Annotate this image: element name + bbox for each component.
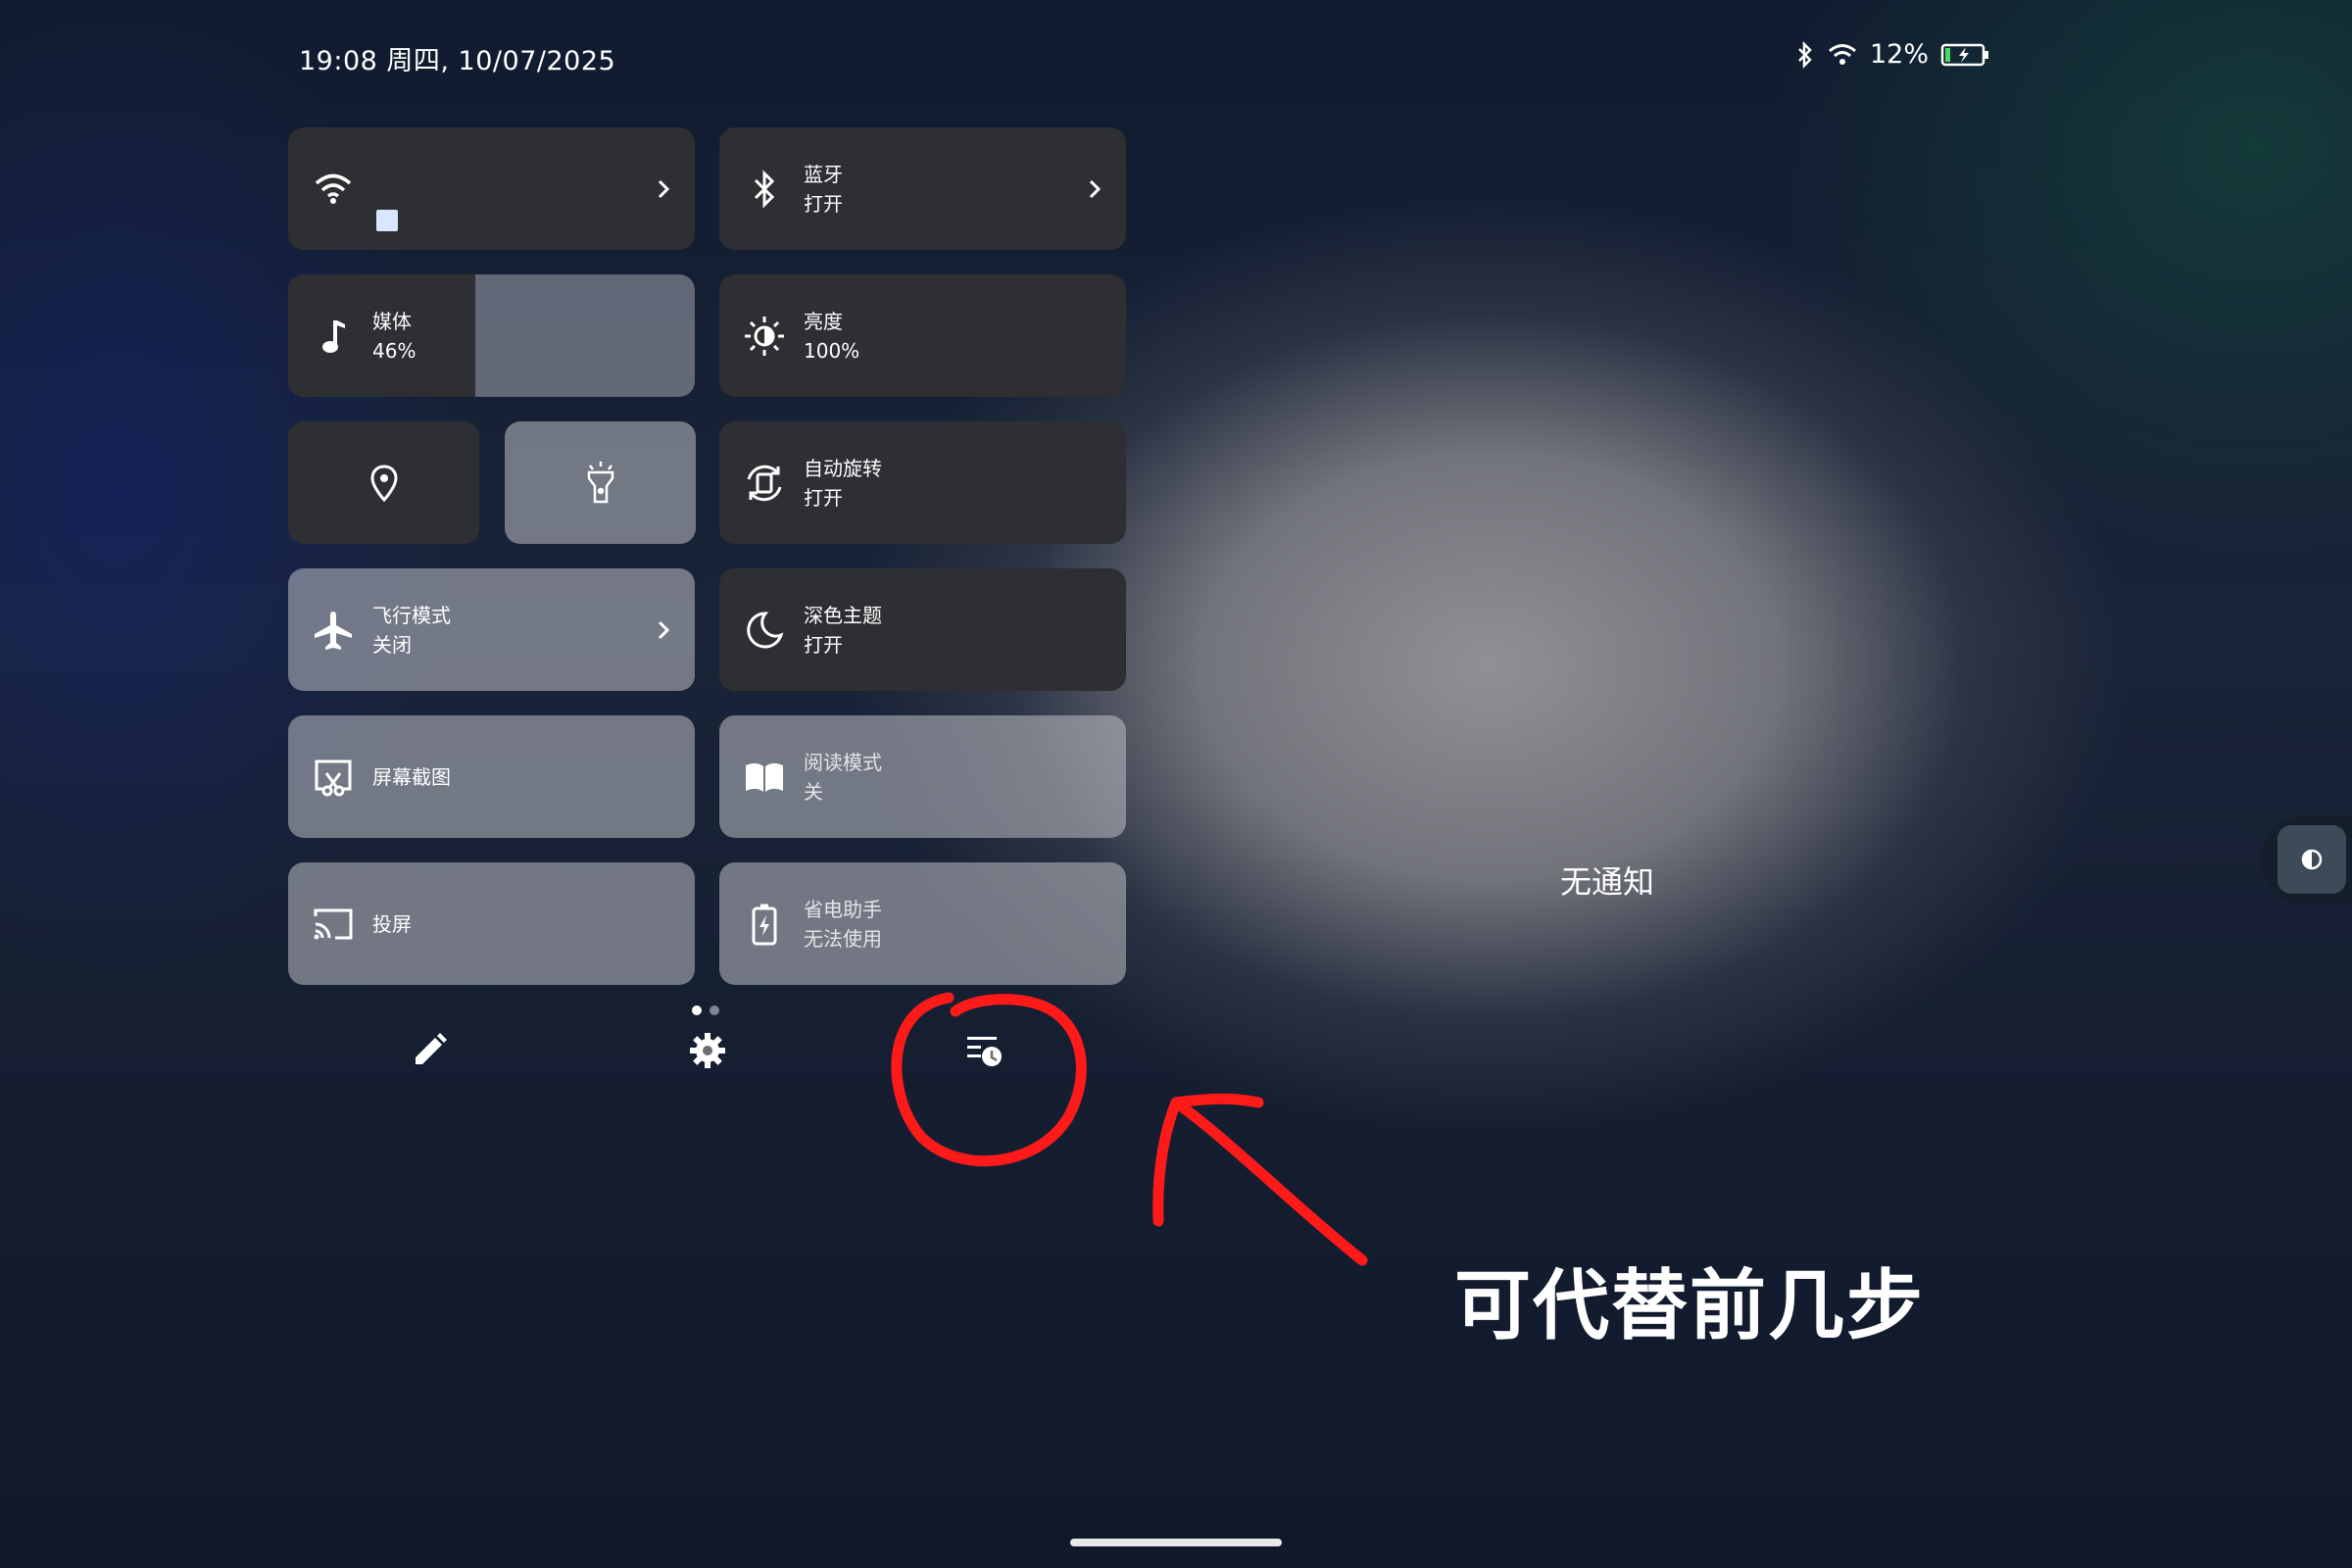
chevron-right-icon[interactable]	[656, 618, 671, 642]
autorotate-status: 打开	[804, 485, 843, 510]
status-bar: 19:08 周四, 10/07/2025 12%	[299, 39, 1989, 76]
page-dot-inactive	[710, 1005, 719, 1015]
location-pin-icon	[363, 462, 406, 505]
screenshot-title: 屏幕截图	[372, 764, 451, 789]
airplane-title: 飞行模式	[372, 603, 451, 627]
settings-icon	[690, 1033, 725, 1068]
battery-saver-title: 省电助手	[804, 897, 882, 921]
settings-button[interactable]	[678, 1021, 737, 1080]
cast-title: 投屏	[372, 911, 412, 936]
annotation-arrow	[1152, 1093, 1368, 1266]
brightness-slider[interactable]: 亮度 100%	[719, 274, 1126, 397]
flashlight-icon	[579, 461, 622, 505]
reading-mode-text: 阅读模式 关	[804, 748, 882, 807]
reading-mode-tile[interactable]: 阅读模式 关	[719, 715, 1126, 838]
brightness-text: 亮度 100%	[804, 307, 859, 366]
wifi-icon	[1829, 43, 1856, 65]
bluetooth-icon	[1798, 40, 1812, 69]
screenshot-tile[interactable]: 屏幕截图	[288, 715, 695, 838]
bluetooth-status: 打开	[804, 191, 843, 216]
home-indicator[interactable]	[1070, 1539, 1282, 1546]
media-value: 46%	[372, 338, 416, 363]
location-tile[interactable]	[288, 421, 479, 544]
battery-percent: 12%	[1869, 39, 1929, 70]
edit-button[interactable]	[400, 1021, 459, 1080]
chevron-right-icon[interactable]	[656, 177, 671, 201]
bluetooth-title: 蓝牙	[804, 162, 843, 186]
dark-theme-status: 打开	[804, 632, 843, 657]
cast-tile[interactable]: 投屏	[288, 862, 695, 985]
side-panel-button[interactable]	[2278, 825, 2346, 894]
dark-theme-title: 深色主题	[804, 603, 882, 627]
airplane-icon	[312, 609, 355, 652]
screenshot-text: 屏幕截图	[372, 762, 451, 792]
media-title: 媒体	[372, 309, 412, 333]
rotate-icon	[743, 462, 786, 505]
dark-theme-tile[interactable]: 深色主题 打开	[719, 568, 1126, 691]
notification-history-icon	[967, 1037, 1002, 1066]
autorotate-text: 自动旋转 打开	[804, 454, 882, 513]
bluetooth-icon	[743, 168, 786, 211]
wifi-status-indicator	[376, 210, 398, 231]
status-datetime: 19:08 周四, 10/07/2025	[299, 46, 616, 76]
brightness-value: 100%	[804, 338, 860, 363]
brightness-title: 亮度	[804, 309, 843, 333]
airplane-text: 飞行模式 关闭	[372, 601, 451, 660]
wifi-icon	[312, 168, 355, 211]
media-text: 媒体 46%	[372, 307, 416, 366]
contrast-icon	[2301, 849, 2323, 870]
wifi-tile[interactable]	[288, 127, 695, 250]
moon-icon	[743, 609, 786, 652]
no-notifications-text: 无通知	[1560, 863, 1655, 901]
reading-mode-status: 关	[804, 779, 823, 804]
battery-saver-icon	[743, 903, 786, 946]
brightness-icon	[743, 315, 786, 358]
battery-saver-status: 无法使用	[804, 926, 882, 951]
cast-text: 投屏	[372, 909, 412, 939]
book-icon	[743, 756, 786, 799]
side-panel-handle[interactable]	[2260, 815, 2352, 906]
autorotate-tile[interactable]: 自动旋转 打开	[719, 421, 1126, 544]
airplane-status: 关闭	[372, 632, 412, 657]
screenshot-icon	[312, 756, 355, 799]
flashlight-tile[interactable]	[505, 421, 696, 544]
edit-icon	[416, 1033, 447, 1064]
status-icons: 12%	[1795, 39, 1989, 70]
page-dot-active	[692, 1005, 702, 1015]
media-volume-slider[interactable]: 媒体 46%	[288, 274, 695, 397]
annotation-caption: 可代替前几步	[1454, 1262, 1926, 1350]
autorotate-title: 自动旋转	[804, 456, 882, 480]
battery-saver-text: 省电助手 无法使用	[804, 895, 882, 954]
airplane-mode-tile[interactable]: 飞行模式 关闭	[288, 568, 695, 691]
chevron-right-icon[interactable]	[1087, 177, 1102, 201]
notification-history-button[interactable]	[955, 1021, 1013, 1080]
bluetooth-tile[interactable]: 蓝牙 打开	[719, 127, 1126, 250]
dark-theme-text: 深色主题 打开	[804, 601, 882, 660]
battery-charging-icon	[1940, 43, 1988, 66]
battery-saver-tile[interactable]: 省电助手 无法使用	[719, 862, 1126, 985]
reading-mode-title: 阅读模式	[804, 750, 882, 774]
bluetooth-text: 蓝牙 打开	[804, 160, 843, 219]
cast-icon	[312, 903, 355, 946]
music-note-icon	[312, 315, 355, 358]
page-indicator	[692, 1005, 719, 1015]
